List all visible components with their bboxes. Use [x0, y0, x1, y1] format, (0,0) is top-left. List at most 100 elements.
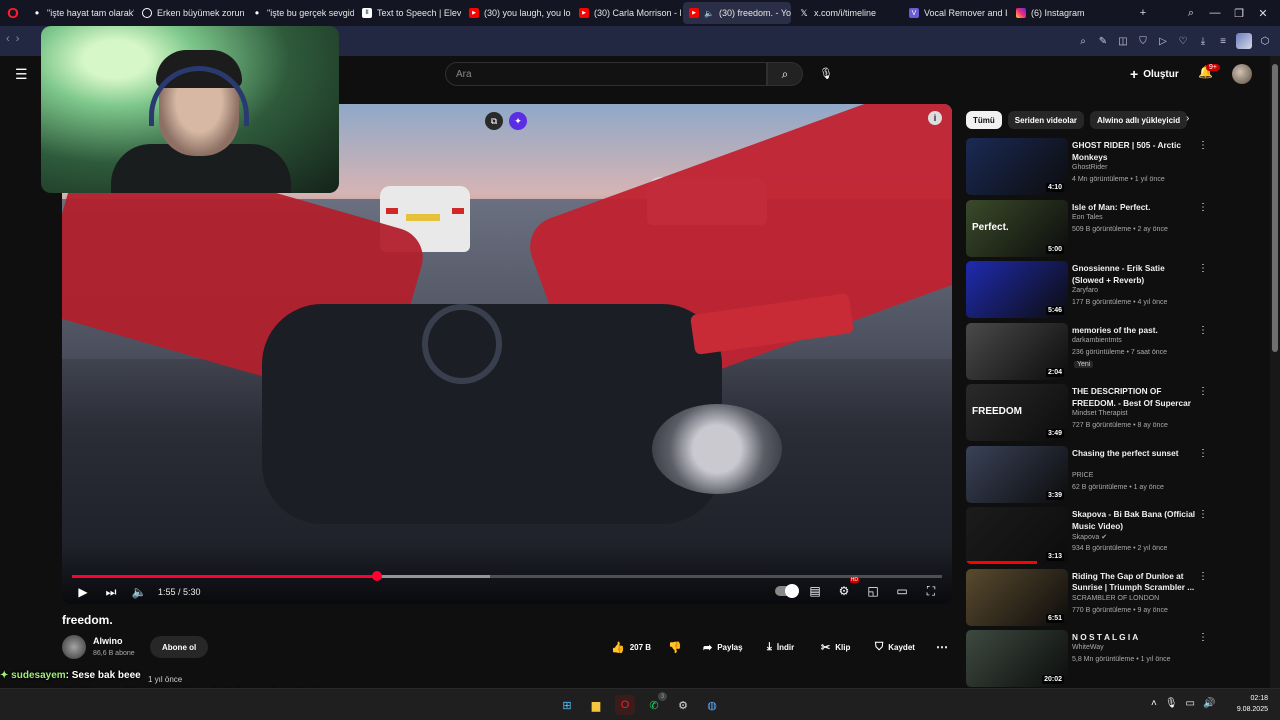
recommendation-item[interactable]: 2:04 memories of the past. darkambientmts 2…: [966, 322, 1216, 385]
recommendation-title[interactable]: Riding The Gap of Dunloe at Sunrise | Tr…: [1072, 571, 1196, 594]
opera-icon[interactable]: O: [615, 695, 635, 715]
video-thumbnail[interactable]: 3:39: [966, 445, 1068, 503]
recommendation-item[interactable]: 5:46 Gnossienne - Erik Satie (Slowed + Re…: [966, 261, 1216, 323]
search-button[interactable]: ⌕: [767, 62, 803, 86]
play-button[interactable]: ▶: [72, 583, 94, 601]
subtitles-icon[interactable]: ▤: [804, 582, 826, 600]
voice-search-icon[interactable]: 🎙: [817, 64, 835, 82]
shield-icon[interactable]: ⛉: [1136, 34, 1150, 48]
fullscreen-icon[interactable]: ⛶: [920, 582, 942, 600]
recommendation-channel[interactable]: Mindset Therapist: [1072, 410, 1128, 417]
settings-gear-icon[interactable]: ⚙ HD: [833, 577, 859, 600]
download-button[interactable]: ⤓ İndir: [767, 636, 794, 658]
settings-icon[interactable]: ⚙: [673, 695, 693, 715]
more-options-icon[interactable]: ⋮: [1198, 632, 1208, 643]
create-button[interactable]: + Oluştur: [1130, 64, 1179, 84]
video-thumbnail[interactable]: 3:13: [966, 507, 1068, 564]
recommendation-item[interactable]: FREEDOM 3:49 THE DESCRIPTION OF FREEDOM. -…: [966, 384, 1216, 446]
theater-mode-icon[interactable]: ▭: [891, 582, 913, 600]
recommendation-title[interactable]: Skapova - Bi Bak Bana (Official Music Vi…: [1072, 509, 1196, 532]
recommendation-title[interactable]: GHOST RIDER | 505 - Arctic Monkeys: [1072, 140, 1196, 163]
profile-avatar[interactable]: [1236, 33, 1252, 49]
recommendation-channel[interactable]: GhostRider: [1072, 164, 1107, 171]
recommendation-channel[interactable]: Skapova ✔: [1072, 533, 1107, 541]
more-options-icon[interactable]: ⋮: [1198, 386, 1208, 397]
more-options-icon[interactable]: ⋮: [1198, 263, 1208, 274]
more-options-icon[interactable]: ⋮: [1198, 140, 1208, 151]
clip-button[interactable]: ✂ Klip: [821, 636, 850, 658]
edit-icon[interactable]: ✎: [1096, 34, 1110, 48]
video-thumbnail[interactable]: 4:10: [966, 138, 1068, 195]
recommendation-channel[interactable]: SCRAMBLER OF LONDON: [1072, 595, 1159, 602]
restore-icon[interactable]: ❐: [1230, 4, 1248, 22]
recommendation-item[interactable]: Perfect. 5:00 Isle of Man: Perfect. Eon Tal…: [966, 199, 1216, 262]
browser-tab[interactable]: Erken büyümek zorunda: [136, 2, 244, 24]
heart-icon[interactable]: ♡: [1176, 34, 1190, 48]
browser-tab[interactable]: 𝕏x.com/i/timeline: [793, 2, 901, 24]
recommendation-title[interactable]: Isle of Man: Perfect.: [1072, 202, 1196, 214]
info-icon[interactable]: i: [928, 111, 942, 125]
recommendation-item[interactable]: 6:51 Riding The Gap of Dunloe at Sunrise …: [966, 568, 1216, 631]
chevron-right-icon[interactable]: ›: [1186, 113, 1189, 124]
more-options-icon[interactable]: ⋮: [1198, 571, 1208, 582]
browser-tab[interactable]: ▶ (30) Carla Morrison - Disf: [573, 2, 681, 24]
miniplayer-icon[interactable]: ◱: [862, 582, 884, 600]
video-thumbnail[interactable]: 20:02: [966, 630, 1068, 687]
account-avatar[interactable]: [1232, 64, 1252, 84]
video-thumbnail[interactable]: 5:46: [966, 261, 1068, 318]
recommendation-item[interactable]: 3:39 Chasing the perfect sunset PRICE 62 B …: [966, 445, 1216, 508]
recommendation-channel[interactable]: Zaryfaro: [1072, 287, 1098, 294]
hamburger-menu-icon[interactable]: ☰: [15, 66, 28, 83]
more-options-icon[interactable]: ⋮: [1198, 325, 1208, 336]
download-icon[interactable]: ⤓: [1196, 34, 1210, 48]
browser-tab[interactable]: • "işte bu gerçek sevgidir": [246, 2, 354, 24]
save-button[interactable]: ⛉ Kaydet: [875, 636, 915, 658]
autoplay-toggle[interactable]: [775, 584, 799, 598]
menu-icon[interactable]: ≡: [1216, 34, 1230, 48]
recommendation-title[interactable]: memories of the past.: [1072, 325, 1196, 337]
recommendation-title[interactable]: Chasing the perfect sunset: [1072, 448, 1196, 460]
filter-chip[interactable]: Alwino adlı yükleyicid: [1090, 111, 1188, 129]
browser-tab[interactable]: V Vocal Remover and Isolat: [903, 2, 1008, 24]
tab-search-icon[interactable]: ⌕: [1182, 4, 1200, 22]
page-scrollbar[interactable]: [1270, 56, 1280, 688]
video-thumbnail[interactable]: 2:04: [966, 322, 1068, 380]
recommendation-title[interactable]: THE DESCRIPTION OF FREEDOM. - Best Of Su…: [1072, 386, 1196, 410]
tray-chevron-icon[interactable]: ˄: [1151, 698, 1157, 709]
recommendation-channel[interactable]: darkambientmts: [1072, 337, 1122, 344]
video-thumbnail[interactable]: FREEDOM 3:49: [966, 384, 1068, 441]
video-thumbnail[interactable]: Perfect. 5:00: [966, 199, 1068, 257]
more-options-icon[interactable]: ⋮: [1198, 509, 1208, 520]
recommendation-item[interactable]: 20:02 N O S T A L G I A WhiteWay 5,8 Mn gör…: [966, 630, 1216, 692]
video-thumbnail[interactable]: 6:51: [966, 568, 1068, 626]
scrollbar-thumb[interactable]: [1272, 64, 1278, 352]
channel-avatar[interactable]: [62, 635, 86, 659]
browser-tab[interactable]: ▶ 🔈 (30) freedom. - YouTu: [683, 2, 791, 24]
file-explorer-icon[interactable]: ▆: [586, 695, 606, 715]
filter-chip[interactable]: Tümü: [966, 111, 1002, 129]
microphone-icon[interactable]: 🎙: [1165, 698, 1178, 709]
recommendation-channel[interactable]: PRICE: [1072, 472, 1093, 479]
recommendation-channel[interactable]: WhiteWay: [1072, 644, 1104, 651]
new-tab-button[interactable]: +: [1134, 4, 1152, 22]
globe-icon[interactable]: ◍: [702, 695, 722, 715]
search-page-icon[interactable]: ⌕: [1076, 34, 1090, 48]
like-button[interactable]: 👍 207 B: [611, 636, 651, 658]
dislike-button[interactable]: 👎: [668, 636, 682, 658]
browser-tab[interactable]: (6) Instagram: [1010, 2, 1118, 24]
minimize-icon[interactable]: —: [1206, 4, 1224, 22]
copy-icon[interactable]: ⧉: [485, 112, 503, 130]
filter-chip[interactable]: Seriden videolar: [1007, 111, 1085, 129]
progress-bar[interactable]: [72, 571, 942, 581]
recommendation-channel[interactable]: Eon Tales: [1072, 214, 1103, 221]
system-clock[interactable]: 02:18 9.08.2025: [1226, 693, 1268, 715]
recommendation-item[interactable]: 4:10 GHOST RIDER | 505 - Arctic Monkeys Gh…: [966, 138, 1216, 200]
recommendation-item[interactable]: 3:13 Skapova - Bi Bak Bana (Official Musi…: [966, 507, 1216, 569]
back-forward-icon[interactable]: ‹ ›: [6, 33, 19, 45]
more-options-icon[interactable]: ⋮: [1198, 448, 1208, 459]
close-icon[interactable]: ✕: [1254, 4, 1272, 22]
opera-logo-icon[interactable]: O: [0, 0, 26, 26]
speaker-icon[interactable]: 🔊: [1203, 698, 1215, 709]
ai-sparkle-icon[interactable]: ✦: [509, 112, 527, 130]
browser-tab[interactable]: ▶ (30) you laugh, you lose: [463, 2, 571, 24]
